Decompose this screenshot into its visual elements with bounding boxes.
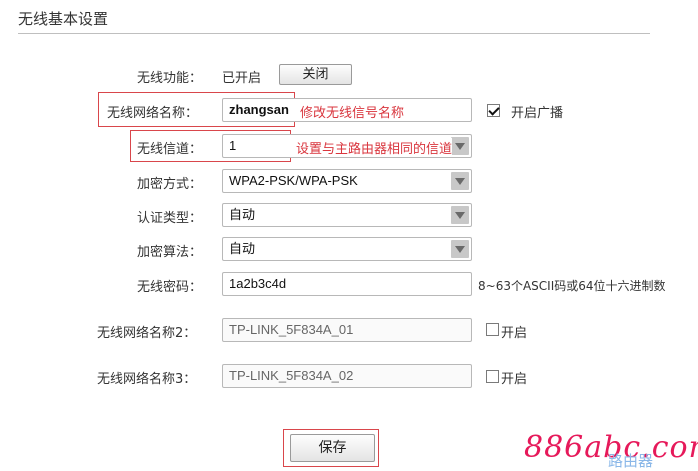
algorithm-label: 加密算法：: [137, 245, 203, 260]
broadcast-checkbox[interactable]: [487, 104, 500, 117]
chevron-down-icon: [451, 206, 469, 224]
broadcast-label: 开启广播: [511, 106, 564, 121]
ssid2-input[interactable]: TP-LINK_5F834A_01: [222, 318, 472, 342]
ssid-annotation: 修改无线信号名称: [300, 106, 405, 121]
ssid2-label: 无线网络名称2：: [97, 326, 197, 341]
encryption-label: 加密方式：: [137, 177, 203, 192]
ssid3-label: 无线网络名称3：: [97, 372, 197, 387]
auth-type-label: 认证类型：: [137, 211, 203, 226]
password-label: 无线密码：: [137, 280, 203, 295]
page-title: 无线基本设置: [18, 10, 109, 28]
chevron-down-icon: [451, 137, 469, 155]
auth-type-select[interactable]: 自动: [222, 203, 472, 227]
algorithm-value: 自动: [229, 241, 256, 256]
ssid3-enable-checkbox[interactable]: [486, 370, 499, 383]
chevron-down-icon: [451, 240, 469, 258]
ssid2-enable-checkbox[interactable]: [486, 323, 499, 336]
ssid2-enable-label: 开启: [501, 326, 528, 341]
encryption-select[interactable]: WPA2-PSK/WPA-PSK: [222, 169, 472, 193]
ssid-label: 无线网络名称：: [107, 106, 199, 121]
watermark-sub: 路由器: [608, 452, 654, 470]
channel-label: 无线信道：: [137, 142, 203, 157]
wireless-off-button[interactable]: 关闭: [279, 64, 352, 85]
ssid3-enable-label: 开启: [501, 372, 528, 387]
channel-value: 1: [229, 138, 237, 153]
algorithm-select[interactable]: 自动: [222, 237, 472, 261]
ssid3-input[interactable]: TP-LINK_5F834A_02: [222, 364, 472, 388]
auth-type-value: 自动: [229, 207, 256, 222]
wireless-function-status: 已开启: [222, 71, 262, 86]
ssid3-value: TP-LINK_5F834A_02: [229, 368, 354, 383]
ssid-value: zhangsan: [229, 102, 289, 117]
ssid2-value: TP-LINK_5F834A_01: [229, 322, 354, 337]
channel-annotation: 设置与主路由器相同的信道: [296, 138, 453, 157]
password-value: 1a2b3c4d: [229, 276, 287, 291]
encryption-value: WPA2-PSK/WPA-PSK: [229, 173, 358, 188]
chevron-down-icon: [451, 172, 469, 190]
title-divider: [18, 33, 650, 34]
password-input[interactable]: 1a2b3c4d: [222, 272, 472, 296]
wireless-function-label: 无线功能：: [137, 71, 203, 86]
password-hint: 8~63个ASCII码或64位十六进制数: [478, 279, 666, 293]
save-button[interactable]: 保存: [290, 434, 375, 462]
